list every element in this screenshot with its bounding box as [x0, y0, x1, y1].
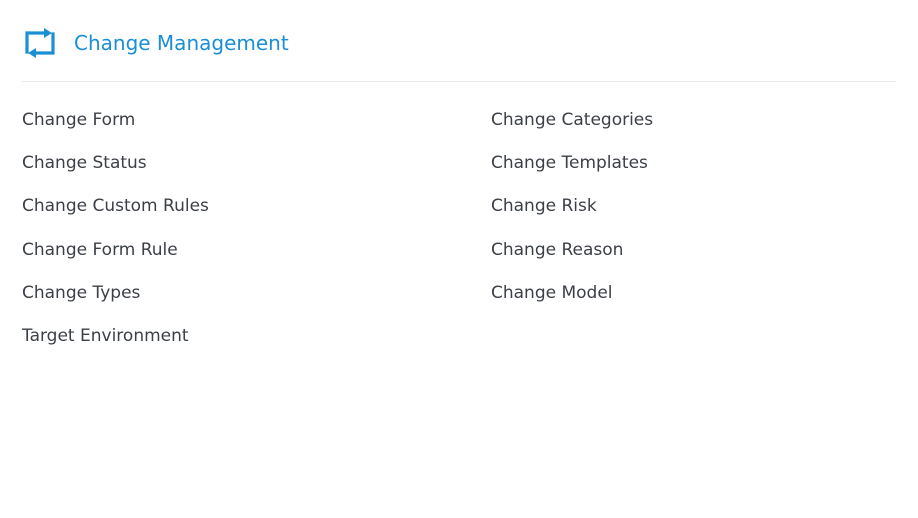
change-management-panel: Change Management Change Form Change Cat…: [0, 0, 918, 518]
settings-links-grid: Change Form Change Categories Change Sta…: [22, 104, 896, 363]
change-templates-link[interactable]: Change Templates: [491, 147, 896, 190]
section-title: Change Management: [74, 31, 289, 55]
change-types-link[interactable]: Change Types: [22, 277, 491, 320]
change-form-rule-link[interactable]: Change Form Rule: [22, 234, 491, 277]
change-risk-link[interactable]: Change Risk: [491, 190, 896, 233]
change-model-link[interactable]: Change Model: [491, 277, 896, 320]
section-header: Change Management: [22, 26, 289, 60]
repeat-icon: [22, 26, 58, 60]
change-status-link[interactable]: Change Status: [22, 147, 491, 190]
change-categories-link[interactable]: Change Categories: [491, 104, 896, 147]
header-divider: [22, 81, 896, 82]
change-custom-rules-link[interactable]: Change Custom Rules: [22, 190, 491, 233]
target-environment-link[interactable]: Target Environment: [22, 320, 491, 363]
change-form-link[interactable]: Change Form: [22, 104, 491, 147]
change-reason-link[interactable]: Change Reason: [491, 234, 896, 277]
